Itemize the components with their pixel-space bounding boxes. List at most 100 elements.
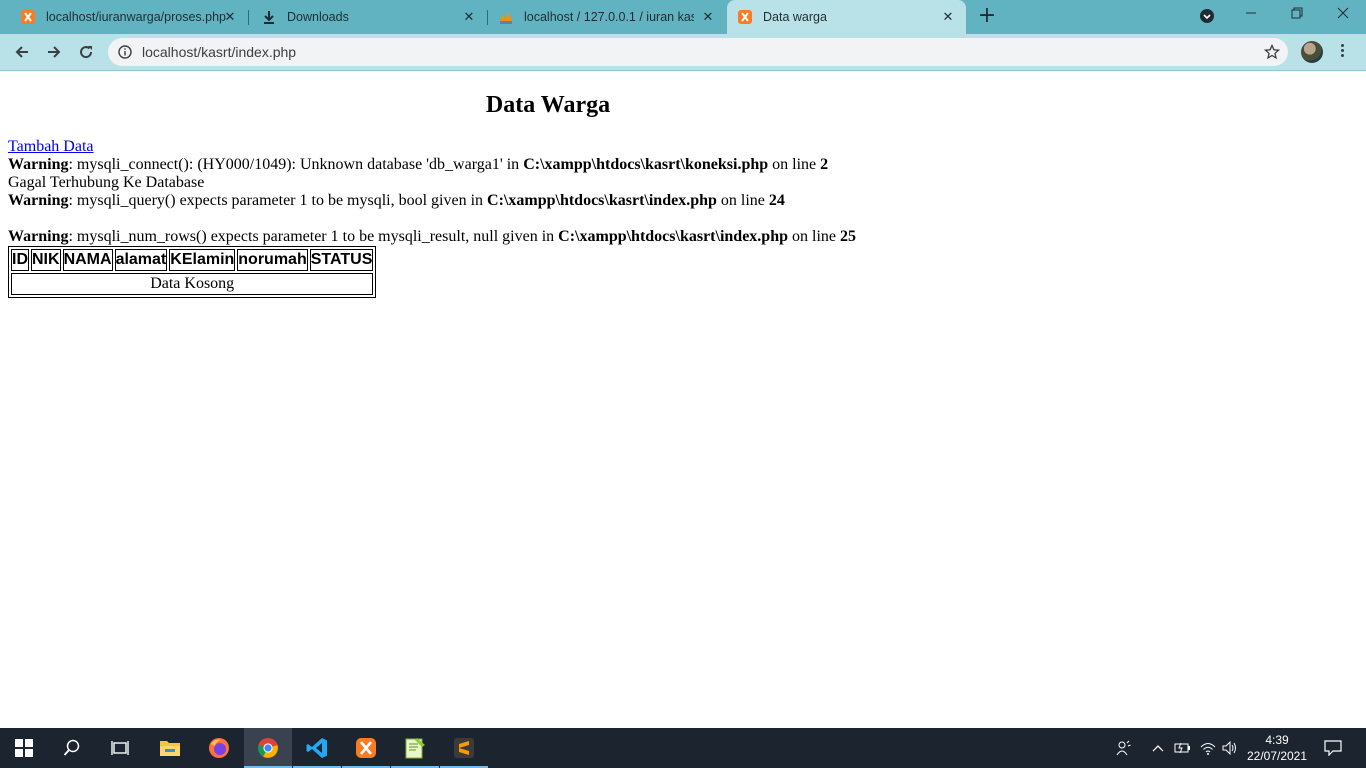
vscode-button[interactable] bbox=[293, 728, 341, 768]
back-button[interactable] bbox=[8, 38, 36, 66]
download-icon bbox=[261, 9, 277, 25]
people-button[interactable] bbox=[1110, 728, 1136, 768]
add-data-link[interactable]: Tambah Data bbox=[8, 138, 94, 155]
warning-text: : mysqli_query() expects parameter 1 to … bbox=[68, 192, 488, 209]
url-text: localhost/kasrt/index.php bbox=[142, 44, 297, 60]
warning-line: 24 bbox=[768, 192, 785, 209]
reload-icon bbox=[80, 46, 93, 59]
info-icon[interactable] bbox=[118, 45, 132, 64]
people-icon bbox=[1116, 740, 1131, 756]
tab-data-warga[interactable]: Data warga ✕ bbox=[727, 0, 966, 34]
address-bar[interactable]: localhost/kasrt/index.php bbox=[108, 38, 1288, 66]
warning-on-line: on line bbox=[768, 156, 821, 173]
firefox-icon bbox=[209, 738, 229, 758]
clock-date: 22/07/2021 bbox=[1246, 749, 1308, 763]
browser-toolbar: localhost/kasrt/index.php bbox=[0, 34, 1366, 71]
task-view-icon bbox=[111, 741, 129, 755]
xampp-icon bbox=[737, 9, 753, 25]
warning-num-rows: Warning: mysqli_num_rows() expects param… bbox=[8, 228, 856, 246]
page-viewport: Data Warga Tambah Data Warning: mysqli_c… bbox=[0, 71, 1366, 728]
tab-title: localhost/iuranwarga/proses.php bbox=[46, 10, 226, 24]
clock-time: 4:39 bbox=[1265, 733, 1289, 747]
close-tab-icon[interactable]: ✕ bbox=[700, 9, 716, 25]
column-header: STATUS bbox=[309, 249, 374, 271]
close-icon bbox=[1337, 7, 1349, 19]
tab-title: Downloads bbox=[287, 10, 349, 24]
bookmark-star-icon[interactable] bbox=[1263, 43, 1281, 65]
notepad-plus-button[interactable] bbox=[391, 728, 439, 768]
warning-label: Warning bbox=[8, 228, 69, 245]
reload-button[interactable] bbox=[72, 38, 100, 66]
chrome-icon bbox=[258, 738, 278, 758]
volume-icon bbox=[1222, 741, 1236, 755]
search-button[interactable] bbox=[48, 728, 96, 768]
warga-table: ID NIK NAMA alamat KElamin norumah STATU… bbox=[8, 246, 377, 298]
warning-connect: Warning: mysqli_connect(): (HY000/1049):… bbox=[8, 156, 856, 174]
tab-phpmyadmin[interactable]: localhost / 127.0.0.1 / iuran kas / ✕ bbox=[488, 0, 726, 34]
sublime-text-icon bbox=[454, 738, 474, 758]
tab-downloads[interactable]: Downloads ✕ bbox=[249, 0, 487, 34]
warning-line: 25 bbox=[840, 228, 856, 245]
menu-icon[interactable] bbox=[1340, 42, 1346, 62]
close-tab-icon[interactable]: ✕ bbox=[222, 9, 238, 25]
minimize-button[interactable] bbox=[1228, 0, 1274, 30]
windows-taskbar: 4:39 22/07/2021 bbox=[0, 728, 1366, 768]
file-explorer-icon bbox=[160, 741, 180, 756]
warning-text: : mysqli_connect(): (HY000/1049): Unknow… bbox=[68, 156, 524, 173]
page-title: Data Warga bbox=[485, 92, 611, 118]
task-view-button[interactable] bbox=[96, 728, 144, 768]
column-header: ID bbox=[11, 249, 29, 271]
table-header-row: ID NIK NAMA alamat KElamin norumah STATU… bbox=[11, 249, 374, 271]
tab-title: localhost / 127.0.0.1 / iuran kas / bbox=[524, 10, 694, 24]
start-icon bbox=[15, 739, 33, 757]
column-header: NAMA bbox=[62, 249, 113, 271]
profile-avatar[interactable] bbox=[1301, 41, 1323, 63]
show-hidden-icons-button[interactable] bbox=[1148, 728, 1168, 768]
chevron-down-icon bbox=[1200, 9, 1214, 23]
sublime-text-button[interactable] bbox=[440, 728, 488, 768]
restore-icon bbox=[1291, 7, 1303, 19]
tab-proses[interactable]: localhost/iuranwarga/proses.php ✕ bbox=[8, 0, 248, 34]
firefox-button[interactable] bbox=[195, 728, 243, 768]
warning-file: C:\xampp\htdocs\kasrt\index.php bbox=[558, 228, 788, 245]
notepad-plus-icon bbox=[405, 738, 425, 759]
warning-query: Warning: mysqli_query() expects paramete… bbox=[8, 192, 856, 210]
warning-line: 2 bbox=[820, 156, 829, 173]
warning-text: : mysqli_num_rows() expects parameter 1 … bbox=[68, 228, 559, 245]
arrow-right-icon bbox=[48, 46, 61, 58]
warning-on-line: on line bbox=[716, 192, 769, 209]
file-explorer-button[interactable] bbox=[146, 728, 194, 768]
warning-label: Warning bbox=[8, 192, 69, 209]
warning-file: C:\xampp\htdocs\kasrt\koneksi.php bbox=[523, 156, 769, 173]
column-header: norumah bbox=[237, 249, 308, 271]
connection-failed-message: Gagal Terhubung Ke Database bbox=[8, 174, 205, 191]
warning-label: Warning bbox=[8, 156, 69, 173]
network-button[interactable] bbox=[1197, 728, 1219, 768]
tab-strip: localhost/iuranwarga/proses.php ✕ Downlo… bbox=[0, 0, 1366, 34]
action-center-button[interactable] bbox=[1318, 728, 1348, 768]
restore-button[interactable] bbox=[1274, 0, 1320, 30]
forward-button[interactable] bbox=[40, 38, 68, 66]
new-tab-button[interactable]: + bbox=[976, 5, 998, 28]
taskbar-clock[interactable]: 4:39 22/07/2021 bbox=[1238, 732, 1316, 764]
wifi-icon bbox=[1200, 743, 1216, 755]
chrome-button[interactable] bbox=[244, 728, 292, 768]
xampp-button[interactable] bbox=[342, 728, 390, 768]
close-tab-icon[interactable]: ✕ bbox=[461, 9, 477, 25]
warning-on-line: on line bbox=[788, 228, 840, 245]
vscode-icon bbox=[306, 738, 327, 758]
search-icon bbox=[63, 739, 80, 756]
column-header: alamat bbox=[114, 249, 168, 271]
tab-title: Data warga bbox=[763, 10, 827, 24]
empty-table-message: Data Kosong bbox=[11, 273, 374, 295]
column-header: NIK bbox=[31, 249, 61, 271]
page-body: Tambah Data Warning: mysqli_connect(): (… bbox=[8, 138, 856, 298]
start-button[interactable] bbox=[0, 728, 48, 768]
phpmyadmin-icon bbox=[498, 9, 514, 25]
tab-search-button[interactable] bbox=[1184, 0, 1230, 30]
battery-button[interactable] bbox=[1171, 728, 1193, 768]
close-tab-icon[interactable]: ✕ bbox=[940, 9, 956, 25]
column-header: KElamin bbox=[169, 249, 236, 271]
close-window-button[interactable] bbox=[1320, 0, 1366, 30]
battery-icon bbox=[1174, 742, 1190, 754]
